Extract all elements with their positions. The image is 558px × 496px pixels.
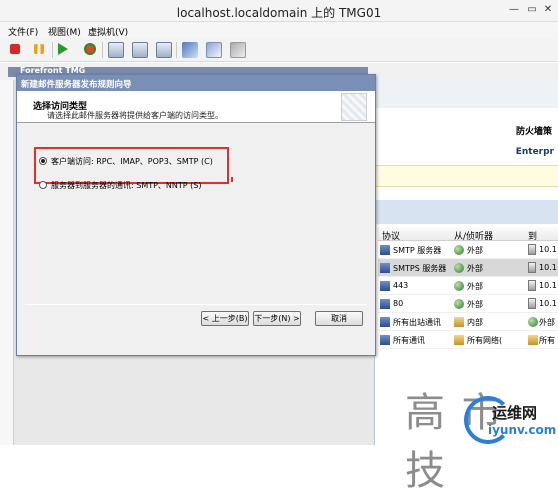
rule-protocol: 80 xyxy=(393,299,404,308)
edition-label: Enterpr xyxy=(515,147,554,157)
fullscreen-icon[interactable] xyxy=(182,42,198,58)
table-row[interactable]: 所有通讯 所有网络( 所有 xyxy=(378,331,558,349)
rule-from: 外部 xyxy=(467,282,483,291)
revert-snapshot-icon[interactable] xyxy=(132,42,148,58)
next-button[interactable]: 下一步(N) > xyxy=(253,311,301,326)
pause-icon[interactable] xyxy=(34,44,44,54)
server-to-server-label[interactable]: 服务器到服务器的通讯: SMTP、NNTP (S) xyxy=(51,180,201,191)
wizard-titlebar: 新建邮件服务器发布规则向导 xyxy=(17,75,375,91)
table-row[interactable]: 所有出站通讯 内部 外部 xyxy=(378,313,558,331)
rule-to: 10.1 xyxy=(539,299,557,308)
wizard-title: 新建邮件服务器发布规则向导 xyxy=(21,80,132,90)
client-access-label[interactable]: 客户端访问: RPC、IMAP、POP3、SMTP (C) xyxy=(51,156,213,167)
stop-icon[interactable] xyxy=(10,44,20,54)
wizard-header: 选择访问类型 请选择此邮件服务器将提供给客户端的访问类型。 xyxy=(17,91,375,123)
rule-protocol: SMTP 服务器 xyxy=(393,246,442,255)
protocol-icon xyxy=(380,263,390,273)
network-icon xyxy=(454,299,464,309)
rule-to: 所有 xyxy=(539,336,555,345)
rule-protocol: 443 xyxy=(393,281,409,290)
red-annotation-mark xyxy=(231,177,233,182)
close-icon[interactable]: ✕ xyxy=(540,3,556,17)
toolbar-separator xyxy=(102,42,103,58)
rule-to: 10.1 xyxy=(539,263,557,272)
rule-protocol: 所有通讯 xyxy=(393,336,425,345)
cancel-button[interactable]: 取消 xyxy=(315,311,363,326)
protocol-icon xyxy=(380,245,390,255)
vm-menubar: 文件(F) 视图(M) 虚拟机(V) xyxy=(0,22,558,38)
network-icon xyxy=(454,263,464,273)
toolbar-separator xyxy=(52,42,53,58)
guest-ribbon xyxy=(374,78,558,108)
protocol-icon xyxy=(380,317,390,327)
network-icon xyxy=(454,281,464,291)
settings-icon[interactable] xyxy=(206,42,222,58)
wizard-subheading: 请选择此邮件服务器将提供给客户端的访问类型。 xyxy=(47,111,223,120)
rules-table: 协议 从/侦听器 到 SMTP 服务器 外部 10.1 SMTPS 服务器 外部… xyxy=(378,227,558,349)
reset-icon[interactable] xyxy=(84,43,96,55)
rule-from: 外部 xyxy=(467,264,483,273)
rule-from: 内部 xyxy=(467,318,483,327)
vm-titlebar: localhost.localdomain 上的 TMG01 — ▭ ✕ xyxy=(0,0,558,22)
watermark-url: iyunv.com xyxy=(488,423,557,437)
info-band xyxy=(374,165,558,187)
rule-to: 10.1 xyxy=(539,281,557,290)
menu-view[interactable]: 视图(M) xyxy=(48,25,81,38)
server-icon xyxy=(528,280,536,291)
play-icon[interactable] xyxy=(58,43,68,55)
network-icon xyxy=(454,245,464,255)
back-button[interactable]: < 上一步(B) xyxy=(201,311,249,326)
vm-window-title: localhost.localdomain 上的 TMG01 xyxy=(176,6,382,20)
rule-to: 10.1 xyxy=(539,245,557,254)
wizard-button-separator xyxy=(25,304,367,305)
server-to-server-radio[interactable] xyxy=(39,181,47,189)
all-networks-icon xyxy=(454,335,464,345)
server-icon xyxy=(528,298,536,309)
table-row[interactable]: 80 外部 10.1 xyxy=(378,295,558,313)
rule-from: 所有网络( xyxy=(467,336,503,345)
rules-table-header: 协议 从/侦听器 到 xyxy=(378,227,558,242)
rule-to: 外部 xyxy=(539,318,555,327)
vm-toolbar xyxy=(0,38,558,62)
watermark-site-name: 运维网 xyxy=(492,404,538,422)
snapshot-icon[interactable] xyxy=(108,42,124,58)
guest-left-pane xyxy=(0,80,14,445)
new-mail-publishing-rule-wizard: 新建邮件服务器发布规则向导 选择访问类型 请选择此邮件服务器将提供给客户端的访问… xyxy=(16,74,376,356)
rule-protocol: SMTPS 服务器 xyxy=(393,264,447,273)
snapshot-manager-icon[interactable] xyxy=(156,42,172,58)
server-icon xyxy=(528,262,536,273)
toolbar-separator xyxy=(176,42,177,58)
table-row[interactable]: SMTPS 服务器 外部 10.1 xyxy=(378,259,558,277)
firewall-policy-label: 防火墙策 xyxy=(515,127,552,137)
menu-vm[interactable]: 虚拟机(V) xyxy=(88,25,128,38)
rule-protocol: 所有出站通讯 xyxy=(393,318,441,327)
maximize-icon[interactable]: ▭ xyxy=(524,3,540,17)
rule-from: 外部 xyxy=(467,246,483,255)
network-icon xyxy=(528,317,538,327)
client-access-radio[interactable] xyxy=(39,157,47,165)
protocol-icon xyxy=(380,335,390,345)
minimize-icon[interactable]: — xyxy=(506,3,522,17)
internal-network-icon xyxy=(454,317,464,327)
table-row[interactable]: 443 外部 10.1 xyxy=(378,277,558,295)
wizard-banner-graphic xyxy=(341,93,367,121)
protocol-icon xyxy=(380,299,390,309)
toolbar-band xyxy=(374,200,558,224)
server-icon xyxy=(528,244,536,255)
rule-from: 外部 xyxy=(467,300,483,309)
protocol-icon xyxy=(380,281,390,291)
menu-file[interactable]: 文件(F) xyxy=(8,25,38,38)
all-networks-icon xyxy=(528,335,538,345)
tools-icon[interactable] xyxy=(230,42,246,58)
table-row[interactable]: SMTP 服务器 外部 10.1 xyxy=(378,241,558,259)
